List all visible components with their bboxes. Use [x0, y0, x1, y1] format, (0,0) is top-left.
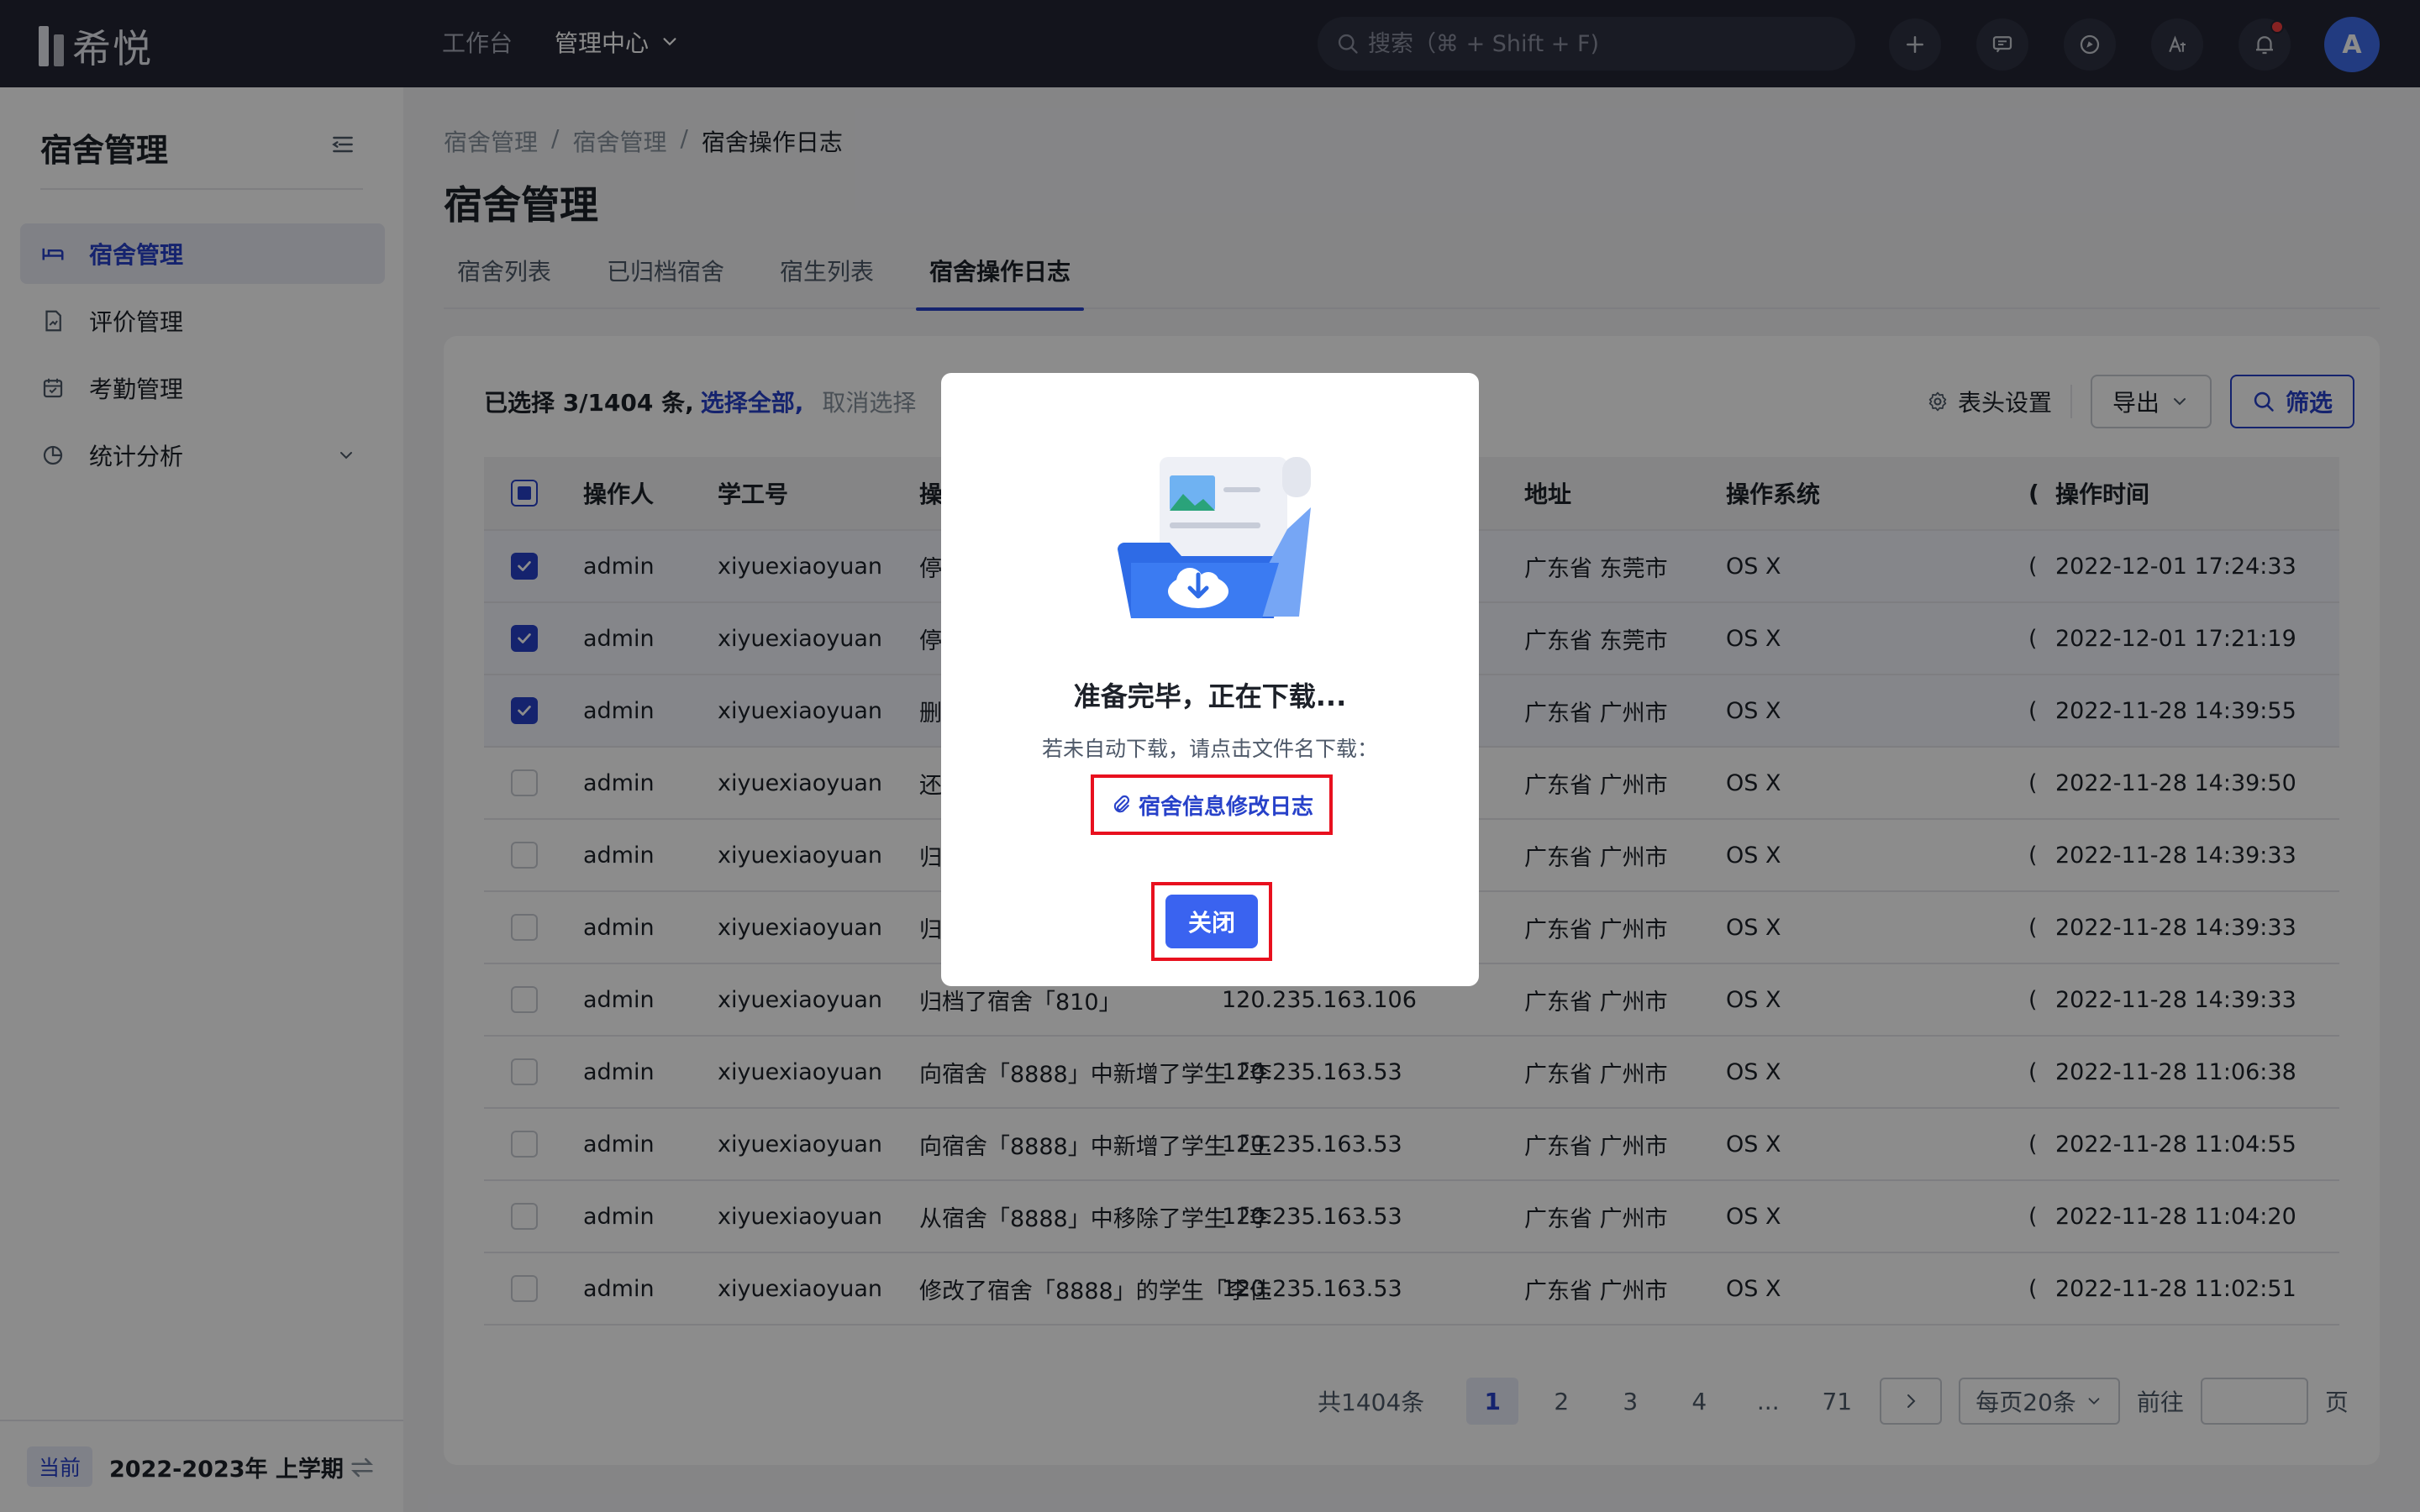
close-button[interactable]: 关闭 [1165, 895, 1258, 948]
download-modal: 准备完毕，正在下载... 若未自动下载，请点击文件名下载： 宿舍信息修改日志 关… [941, 373, 1479, 986]
paperclip-icon [1113, 795, 1129, 813]
modal-description: 若未自动下载，请点击文件名下载： [1041, 737, 1378, 761]
close-button-highlight: 关闭 [1151, 882, 1272, 961]
file-name: 宿舍信息修改日志 [1138, 794, 1313, 820]
modal-title: 准备完毕，正在下载... [1073, 680, 1347, 712]
download-file-link[interactable]: 宿舍信息修改日志 [1091, 774, 1333, 835]
download-folder-illustration [1118, 457, 1311, 618]
